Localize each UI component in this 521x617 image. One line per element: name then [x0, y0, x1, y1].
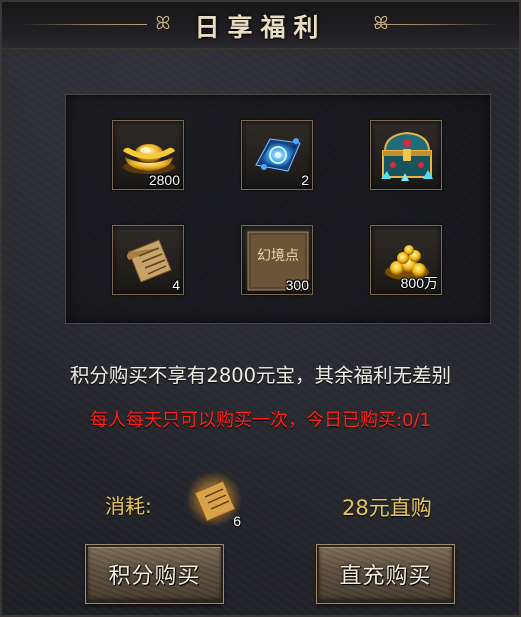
title-divider-right — [374, 24, 499, 25]
daily-welfare-panel: ꕤ 日享福利 ꕤ 2800 2 4 幻境点 300 800万 积分购买不享有28… — [0, 0, 521, 617]
cost-label: 消耗: — [105, 494, 152, 518]
cost-item[interactable]: 6 — [183, 469, 245, 531]
treasure-chest-icon — [381, 131, 433, 181]
reward-count: 2 — [301, 172, 309, 188]
reward-slot-treasure-chest[interactable] — [370, 120, 442, 190]
cost-item-count: 6 — [233, 513, 241, 529]
reward-slot-paper-scroll[interactable]: 4 — [112, 225, 184, 295]
reward-slot-blue-scroll[interactable]: 2 — [241, 120, 313, 190]
illusion-points-label: 幻境点 — [257, 248, 299, 264]
points-buy-label: 积分购买 — [108, 564, 201, 589]
title-bar: ꕤ 日享福利 ꕤ — [2, 2, 519, 49]
reward-grid: 2800 2 4 幻境点 300 800万 — [65, 94, 491, 324]
reward-slot-illusion-points[interactable]: 幻境点 300 — [241, 225, 313, 295]
panel-title: 日享福利 — [194, 13, 327, 42]
direct-price-text: 28元直购 — [342, 496, 432, 520]
purchase-limit-text: 每人每天只可以购买一次，今日已购买:0/1 — [89, 410, 432, 431]
reward-count: 2800 — [148, 172, 180, 188]
reward-count: 4 — [172, 277, 180, 293]
reward-slot-gold-coins[interactable]: 800万 — [370, 225, 442, 295]
direct-buy-button[interactable]: 直充购买 — [316, 544, 455, 604]
points-buy-button[interactable]: 积分购买 — [85, 544, 224, 604]
reward-count: 800万 — [400, 275, 438, 291]
reward-count: 300 — [285, 277, 309, 293]
direct-buy-label: 直充购买 — [339, 564, 432, 589]
reward-slot-gold-ingot[interactable]: 2800 — [112, 120, 184, 190]
points-purchase-note: 积分购买不享有2800元宝，其余福利无差别 — [69, 364, 452, 387]
